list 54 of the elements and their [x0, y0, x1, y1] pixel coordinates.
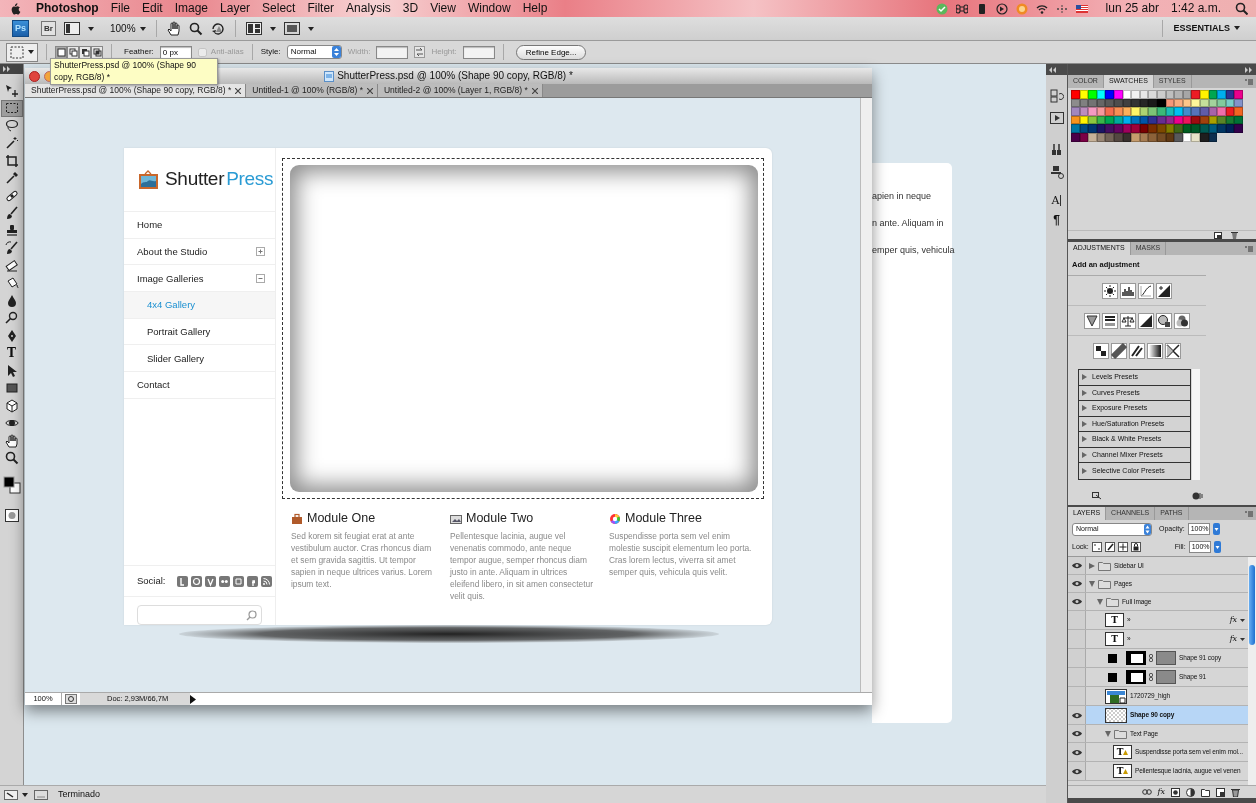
- paragraph-icon[interactable]: ¶: [1053, 214, 1060, 226]
- thumbnail-glyph: T: [1111, 634, 1118, 644]
- menu-item[interactable]: View: [424, 1, 462, 16]
- menu-item[interactable]: 3D: [396, 1, 425, 16]
- module-text: Sed korem sit feugiat erat at ante vestibulum auctor. Cras rhoncus diam et sem gravida sagittis. Ut tempor sapien in neque ultrices varius. Lorem ipsum text.: [291, 530, 434, 590]
- document-tab[interactable]: Untitled-2 @ 100% (Layer 1, RGB/8) *: [377, 84, 543, 97]
- module-title: Module Three: [625, 511, 702, 526]
- layer-style-button[interactable]: fx: [1157, 787, 1165, 797]
- menu-item[interactable]: File: [104, 1, 136, 16]
- anti-alias-label: Anti-alias: [210, 47, 244, 57]
- nav-link[interactable]: Contact: [124, 371, 275, 398]
- style-label: Style:: [260, 47, 281, 57]
- feather-field[interactable]: 0 px: [159, 45, 192, 59]
- refine-edge-button[interactable]: Refine Edge...: [515, 44, 587, 60]
- app-menu[interactable]: Photoshop: [30, 1, 105, 16]
- module-title: Module One: [307, 511, 376, 526]
- menu-item[interactable]: Layer: [214, 1, 257, 16]
- nav-link[interactable]: Home: [124, 211, 275, 238]
- nav-link[interactable]: Portrait Gallery: [124, 317, 275, 345]
- nav-link[interactable]: About the Studio: [124, 237, 275, 265]
- menu-item[interactable]: Select: [256, 1, 302, 16]
- tooltip: ShutterPress.psd @ 100% (Shape 90 copy, RGB/8) *: [50, 58, 218, 85]
- width-label: Width:: [347, 47, 371, 57]
- body-text: n ante. Aliquam in: [872, 218, 945, 230]
- menu-item[interactable]: Filter: [301, 1, 341, 16]
- module-text: Suspendisse porta sem vel enim molestie suscipit elementum leo porta. Cras lorem lectus, viverra sit amet semper quis, vehicula quis velit.: [609, 530, 753, 578]
- document-tab[interactable]: Untitled-1 @ 100% (RGB/8) *: [246, 84, 378, 97]
- menu-item[interactable]: Analysis: [340, 1, 397, 16]
- module-title: Module Two: [466, 511, 534, 526]
- brand-text: Shutter: [165, 168, 225, 191]
- status-text: Terminado: [58, 789, 101, 800]
- effects-label: fx: [1229, 615, 1237, 625]
- menu-item[interactable]: Edit: [136, 1, 169, 16]
- menu-item[interactable]: Help: [516, 1, 554, 16]
- thumbnail-glyph: T: [1116, 747, 1124, 757]
- feather-label: Feather:: [124, 47, 154, 57]
- zoom-select[interactable]: 100%: [110, 22, 146, 35]
- date-text: lun 25 abr: [1104, 1, 1160, 16]
- menu-item[interactable]: Image: [168, 1, 215, 16]
- type-tool[interactable]: T: [7, 347, 16, 360]
- social-label: Social:: [137, 575, 166, 587]
- thumbnail-glyph: T: [1111, 615, 1118, 625]
- menu-item[interactable]: Window: [461, 1, 517, 16]
- effects-label: fx: [1229, 634, 1237, 644]
- workspace-switcher[interactable]: ESSENTIALS: [1173, 23, 1240, 34]
- bridge-button[interactable]: Br: [41, 21, 56, 36]
- nav-link[interactable]: Slider Gallery: [124, 344, 275, 372]
- time-text: 1:42 a.m.: [1169, 1, 1222, 16]
- body-text: apien in neque: [872, 191, 933, 203]
- brand-text: Press: [226, 168, 274, 191]
- thumbnail-glyph: T: [1116, 766, 1124, 776]
- module-text: Pellentesque lacinia, augue vel venenatis commodo, ante neque tempor augue, semper rhoncus diam justo in ante. Aliquam in ultrices eleifend libero, in sit amen consectetur velit quis.: [450, 530, 594, 602]
- style-select[interactable]: Normal: [286, 45, 342, 59]
- window-title: ShutterPress.psd @ 100% (Shape 90 copy, RGB/8) *: [337, 70, 573, 82]
